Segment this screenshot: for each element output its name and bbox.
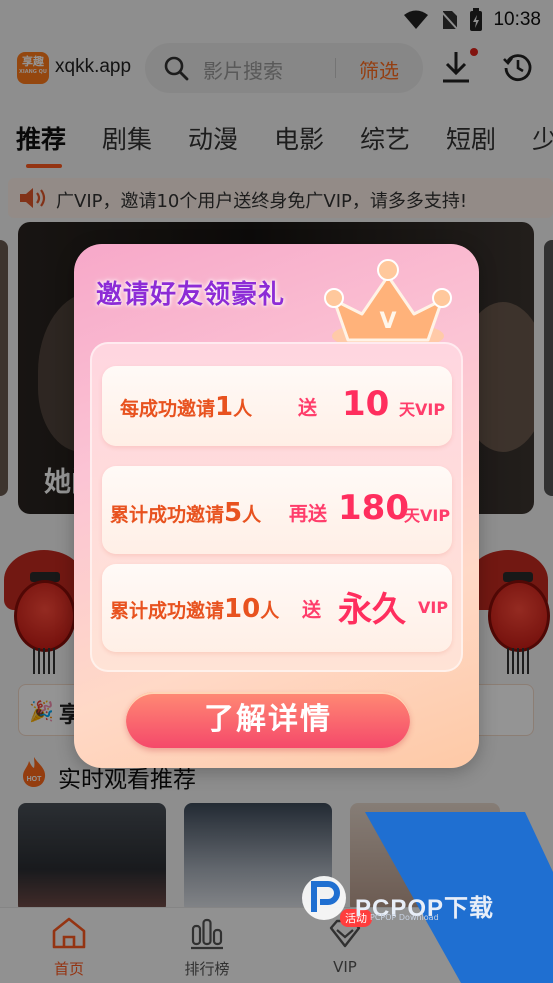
reward-send-label: 送 <box>302 599 322 621</box>
crown-icon: V <box>324 259 452 350</box>
crown-letter: V <box>379 309 396 334</box>
learn-more-button[interactable]: 了解详情 <box>126 692 410 748</box>
reward-unit: VIP <box>418 598 449 617</box>
watermark-subtext: PCPOP Download <box>370 913 439 922</box>
reward-list: 每成功邀请1人 送 10 天VIP 累计成功邀请5人 再送 180 天VIP 累… <box>90 342 463 672</box>
reward-send-label: 送 <box>298 397 318 419</box>
reward-condition: 累计成功邀请5人 <box>110 498 262 528</box>
reward-amount: 180 <box>338 488 409 528</box>
reward-unit: 天VIP <box>404 506 451 525</box>
reward-condition: 每成功邀请1人 <box>120 392 253 422</box>
reward-amount: 10 <box>342 384 390 424</box>
reward-row: 每成功邀请1人 送 10 天VIP <box>102 366 452 446</box>
reward-condition: 累计成功邀请10人 <box>110 594 280 624</box>
invite-reward-dialog: 邀请好友领豪礼 V 每成功邀请1人 送 10 天VIP 累计成功邀请5人 再送 … <box>74 244 479 768</box>
reward-row: 累计成功邀请5人 再送 180 天VIP <box>102 466 452 554</box>
reward-send-label: 再送 <box>289 503 328 525</box>
dialog-title: 邀请好友领豪礼 <box>96 280 286 310</box>
reward-row: 累计成功邀请10人 送 永久 VIP <box>102 564 452 652</box>
reward-amount: 永久 <box>338 590 406 630</box>
reward-unit: 天VIP <box>399 400 446 419</box>
